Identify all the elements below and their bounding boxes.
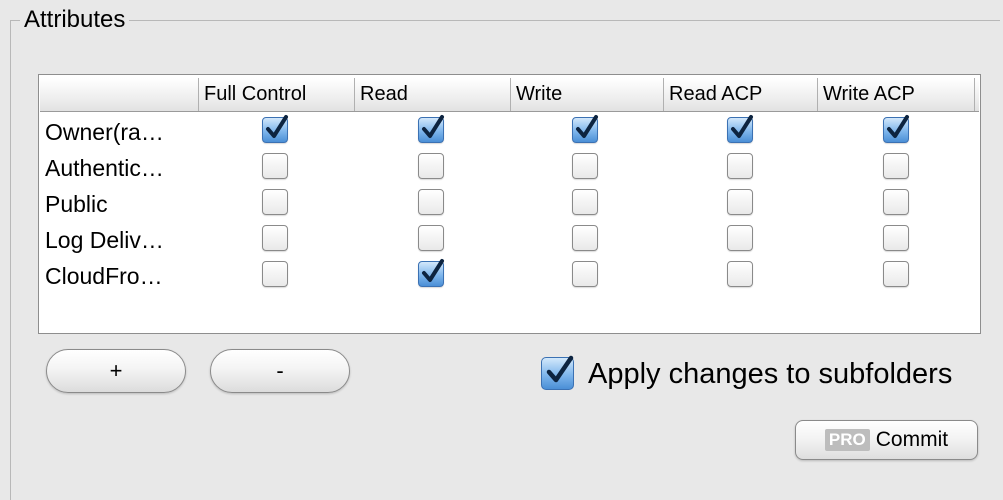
grantee-label: Log Deliv…	[45, 227, 164, 253]
checkmark-icon	[576, 115, 598, 138]
column-header-read[interactable]: Read	[355, 78, 511, 111]
pro-badge: PRO	[824, 429, 870, 451]
checkbox-read-acp[interactable]	[727, 189, 753, 215]
checkbox-read[interactable]	[418, 153, 444, 179]
table-row[interactable]: Owner(ra…	[40, 114, 979, 150]
table-row[interactable]: Log Deliv…	[40, 222, 979, 258]
checkbox-read[interactable]	[418, 189, 444, 215]
group-title: Attributes	[20, 5, 130, 35]
checkbox-read-acp[interactable]	[727, 225, 753, 251]
table-row[interactable]: CloudFro…	[40, 258, 979, 294]
column-header-grantee[interactable]	[40, 78, 199, 111]
permissions-table: Full Control Read Write Read ACP Write A…	[38, 74, 981, 334]
table-header: Full Control Read Write Read ACP Write A…	[40, 78, 979, 112]
checkbox-write-acp[interactable]	[883, 153, 909, 179]
checkbox-full-control[interactable]	[262, 115, 288, 143]
checkbox-write-acp[interactable]	[883, 225, 909, 251]
checkbox-write-acp[interactable]	[883, 115, 909, 143]
checkbox-write[interactable]	[572, 153, 598, 179]
checkbox-write-acp[interactable]	[883, 189, 909, 215]
checkmark-icon	[887, 115, 909, 138]
checkbox-write[interactable]	[572, 261, 598, 287]
column-header-read-acp[interactable]: Read ACP	[664, 78, 818, 111]
checkbox-write-acp[interactable]	[883, 261, 909, 287]
table-row[interactable]: Authentic…	[40, 150, 979, 186]
apply-subfolders-checkbox[interactable]	[541, 355, 574, 390]
checkmark-icon	[731, 115, 753, 138]
checkmark-icon	[266, 115, 288, 138]
table-row[interactable]: Public	[40, 186, 979, 222]
checkbox-full-control[interactable]	[262, 225, 288, 251]
remove-button[interactable]: -	[210, 349, 350, 393]
column-header-write-acp[interactable]: Write ACP	[818, 78, 975, 111]
checkmark-icon	[546, 355, 574, 383]
apply-subfolders-label: Apply changes to subfolders	[588, 358, 953, 390]
grantee-label: Public	[45, 191, 108, 217]
checkbox-full-control[interactable]	[262, 153, 288, 179]
column-header-full-control[interactable]: Full Control	[199, 78, 355, 111]
checkbox-write[interactable]	[572, 225, 598, 251]
add-button[interactable]: +	[46, 349, 186, 393]
checkbox-read-acp[interactable]	[727, 261, 753, 287]
checkbox-read[interactable]	[418, 225, 444, 251]
checkmark-icon	[422, 259, 444, 282]
checkbox-read-acp[interactable]	[727, 115, 753, 143]
grantee-label: Owner(ra…	[45, 119, 164, 145]
commit-label: Commit	[875, 428, 949, 451]
checkbox-read[interactable]	[418, 115, 444, 143]
commit-button[interactable]: PRO Commit	[795, 420, 978, 460]
checkbox-full-control[interactable]	[262, 261, 288, 287]
checkbox-read-acp[interactable]	[727, 153, 753, 179]
grantee-label: Authentic…	[45, 155, 164, 181]
column-header-write[interactable]: Write	[511, 78, 664, 111]
grantee-label: CloudFro…	[45, 263, 163, 289]
checkmark-icon	[422, 115, 444, 138]
checkbox-write[interactable]	[572, 115, 598, 143]
checkbox-write[interactable]	[572, 189, 598, 215]
checkbox-full-control[interactable]	[262, 189, 288, 215]
checkbox-read[interactable]	[418, 259, 444, 287]
